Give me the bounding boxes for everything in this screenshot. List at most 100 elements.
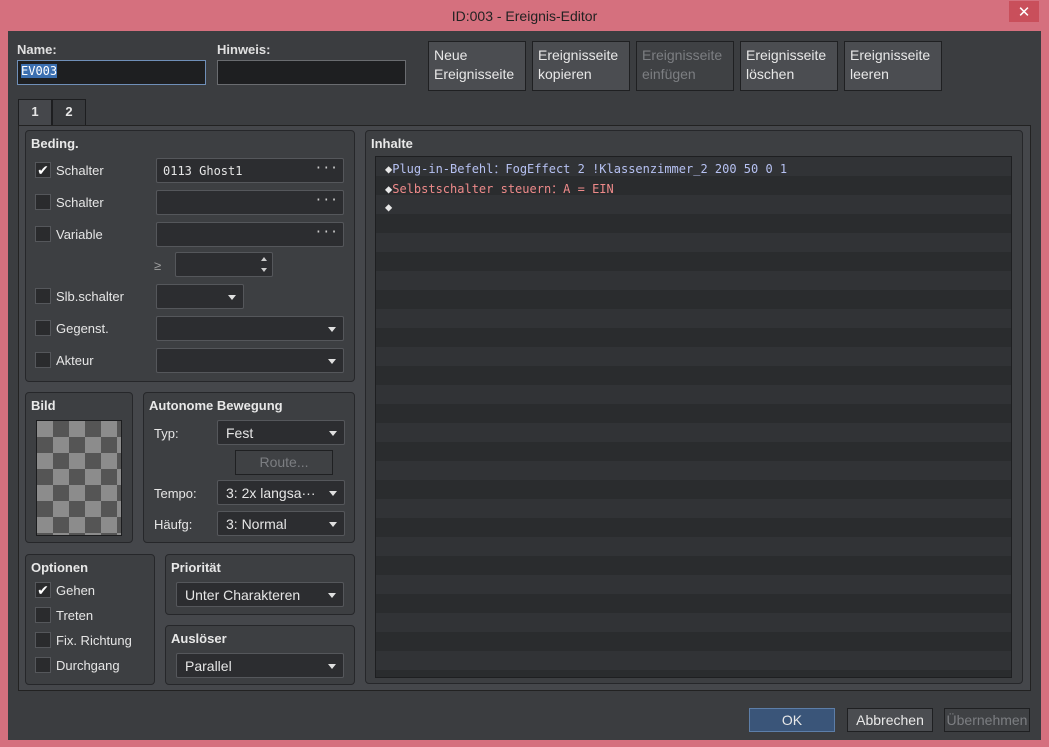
tab-page-2[interactable]: 2 bbox=[52, 99, 86, 125]
switch1-value: 0113 Ghost1 bbox=[163, 164, 243, 178]
item-label: Gegenst. bbox=[56, 320, 109, 336]
ellipsis-icon: ··· bbox=[314, 225, 338, 240]
speed-label: Tempo: bbox=[154, 486, 197, 501]
ellipsis-icon: ··· bbox=[314, 193, 338, 208]
chevron-down-icon bbox=[328, 327, 336, 332]
autonomous-movement-group: Autonome Bewegung Typ: Fest Route... Tem… bbox=[143, 392, 355, 543]
conditions-title: Beding. bbox=[31, 136, 79, 151]
variable-checkbox-row[interactable]: Variable bbox=[35, 226, 103, 242]
image-title: Bild bbox=[31, 398, 56, 413]
switch2-select[interactable]: ··· bbox=[156, 190, 344, 215]
actor-label: Akteur bbox=[56, 352, 94, 368]
chevron-down-icon bbox=[328, 593, 336, 598]
variable-operator: ≥ bbox=[154, 258, 162, 273]
actor-checkbox-row[interactable]: Akteur bbox=[35, 352, 94, 368]
movement-speed-value: 3: 2x langsa··· bbox=[226, 485, 316, 501]
checkbox-icon[interactable] bbox=[35, 657, 51, 673]
options-group: Optionen ✔ Gehen Treten Fix. Richtung Du… bbox=[25, 554, 155, 685]
checkbox-icon[interactable] bbox=[35, 288, 51, 304]
chevron-down-icon bbox=[328, 359, 336, 364]
close-button[interactable]: ✕ bbox=[1009, 1, 1039, 22]
window-title: ID:003 - Ereignis-Editor bbox=[451, 8, 598, 24]
switch1-label: Schalter bbox=[56, 162, 104, 178]
ellipsis-icon: ··· bbox=[314, 161, 338, 176]
command-list[interactable]: ◆ Plug-in-Befehl：FogEffect 2 !Klassenzimm… bbox=[375, 156, 1012, 678]
checkbox-icon[interactable] bbox=[35, 194, 51, 210]
option-direction-fix-row[interactable]: Fix. Richtung bbox=[35, 632, 132, 648]
variable-value-spinner[interactable] bbox=[175, 252, 273, 277]
route-button[interactable]: Route... bbox=[235, 450, 333, 475]
option-through-row[interactable]: Durchgang bbox=[35, 657, 120, 673]
checkbox-icon[interactable] bbox=[35, 632, 51, 648]
option-stepping-row[interactable]: Treten bbox=[35, 607, 93, 623]
trigger-title: Auslöser bbox=[171, 631, 227, 646]
checkbox-icon[interactable] bbox=[35, 226, 51, 242]
command-line[interactable]: ◆Selbstschalter steuern：A = EIN bbox=[385, 180, 614, 197]
movement-type-value: Fest bbox=[226, 425, 254, 441]
checkbox-icon[interactable] bbox=[35, 352, 51, 368]
switch2-checkbox-row[interactable]: Schalter bbox=[35, 194, 104, 210]
option-walking-row[interactable]: ✔ Gehen bbox=[35, 582, 95, 598]
self-switch-command-text: Selbstschalter steuern：A = EIN bbox=[392, 182, 614, 196]
movement-frequency-value: 3: Normal bbox=[226, 516, 287, 532]
command-line[interactable]: ◆Plug-in-Befehl：FogEffect 2 !Klassenzimm… bbox=[385, 160, 787, 177]
trigger-select[interactable]: Parallel bbox=[176, 653, 344, 678]
priority-value: Unter Charakteren bbox=[185, 587, 301, 603]
name-label: Name: bbox=[17, 42, 57, 57]
checkbox-icon[interactable] bbox=[35, 607, 51, 623]
trigger-value: Parallel bbox=[185, 658, 232, 674]
delete-page-button[interactable]: Ereignisseite löschen bbox=[740, 41, 838, 91]
type-label: Typ: bbox=[154, 426, 179, 441]
clear-page-button[interactable]: Ereignisseite leeren bbox=[844, 41, 942, 91]
movement-frequency-select[interactable]: 3: Normal bbox=[217, 511, 345, 536]
variable-select[interactable]: ··· bbox=[156, 222, 344, 247]
conditions-group: Beding. ✔ Schalter 0113 Ghost1 ··· Schal… bbox=[25, 130, 355, 382]
chevron-down-icon bbox=[328, 664, 336, 669]
switch1-select[interactable]: 0113 Ghost1 ··· bbox=[156, 158, 344, 183]
self-switch-label: Slb.schalter bbox=[56, 288, 124, 304]
checkbox-checked-icon[interactable]: ✔ bbox=[35, 582, 51, 598]
movement-speed-select[interactable]: 3: 2x langsa··· bbox=[217, 480, 345, 505]
checkbox-checked-icon[interactable]: ✔ bbox=[35, 162, 51, 178]
ok-button[interactable]: OK bbox=[749, 708, 835, 732]
variable-label: Variable bbox=[56, 226, 103, 242]
image-group: Bild bbox=[25, 392, 133, 543]
spin-up-icon[interactable] bbox=[261, 257, 267, 261]
option-direction-fix-label: Fix. Richtung bbox=[56, 632, 132, 648]
close-icon: ✕ bbox=[1017, 3, 1031, 21]
item-checkbox-row[interactable]: Gegenst. bbox=[35, 320, 109, 336]
tab-page-1[interactable]: 1 bbox=[18, 99, 52, 125]
new-page-button[interactable]: Neue Ereignisseite bbox=[428, 41, 526, 91]
item-select[interactable] bbox=[156, 316, 344, 341]
spin-down-icon[interactable] bbox=[261, 268, 267, 272]
apply-button[interactable]: Übernehmen bbox=[944, 708, 1030, 732]
priority-title: Priorität bbox=[171, 560, 221, 575]
paste-page-button[interactable]: Ereignisseite einfügen bbox=[636, 41, 734, 91]
priority-group: Priorität Unter Charakteren bbox=[165, 554, 355, 615]
event-image-preview[interactable] bbox=[36, 420, 122, 536]
self-switch-checkbox-row[interactable]: Slb.schalter bbox=[35, 288, 124, 304]
title-bar: ID:003 - Ereignis-Editor ✕ bbox=[0, 0, 1049, 30]
chevron-down-icon bbox=[228, 295, 236, 300]
contents-title: Inhalte bbox=[371, 136, 413, 151]
diamond-icon: ◆ bbox=[385, 200, 393, 214]
cancel-button[interactable]: Abbrechen bbox=[847, 708, 933, 732]
priority-select[interactable]: Unter Charakteren bbox=[176, 582, 344, 607]
dialog-body: Name: EV003 Hinweis: Neue Ereignisseite … bbox=[8, 31, 1041, 740]
note-field[interactable] bbox=[217, 60, 406, 85]
movement-type-select[interactable]: Fest bbox=[217, 420, 345, 445]
name-value: EV003 bbox=[21, 64, 58, 78]
chevron-down-icon bbox=[329, 491, 337, 496]
option-walking-label: Gehen bbox=[56, 582, 96, 598]
actor-select[interactable] bbox=[156, 348, 344, 373]
command-line-empty[interactable]: ◆ bbox=[385, 200, 392, 214]
self-switch-select[interactable] bbox=[156, 284, 244, 309]
checkbox-icon[interactable] bbox=[35, 320, 51, 336]
copy-page-button[interactable]: Ereignisseite kopieren bbox=[532, 41, 630, 91]
name-field[interactable]: EV003 bbox=[17, 60, 206, 85]
option-stepping-label: Treten bbox=[56, 607, 94, 623]
frequency-label: Häufg: bbox=[154, 517, 193, 532]
chevron-down-icon bbox=[329, 522, 337, 527]
event-editor-window: ID:003 - Ereignis-Editor ✕ Name: EV003 H… bbox=[0, 0, 1049, 747]
switch1-checkbox-row[interactable]: ✔ Schalter bbox=[35, 162, 104, 178]
